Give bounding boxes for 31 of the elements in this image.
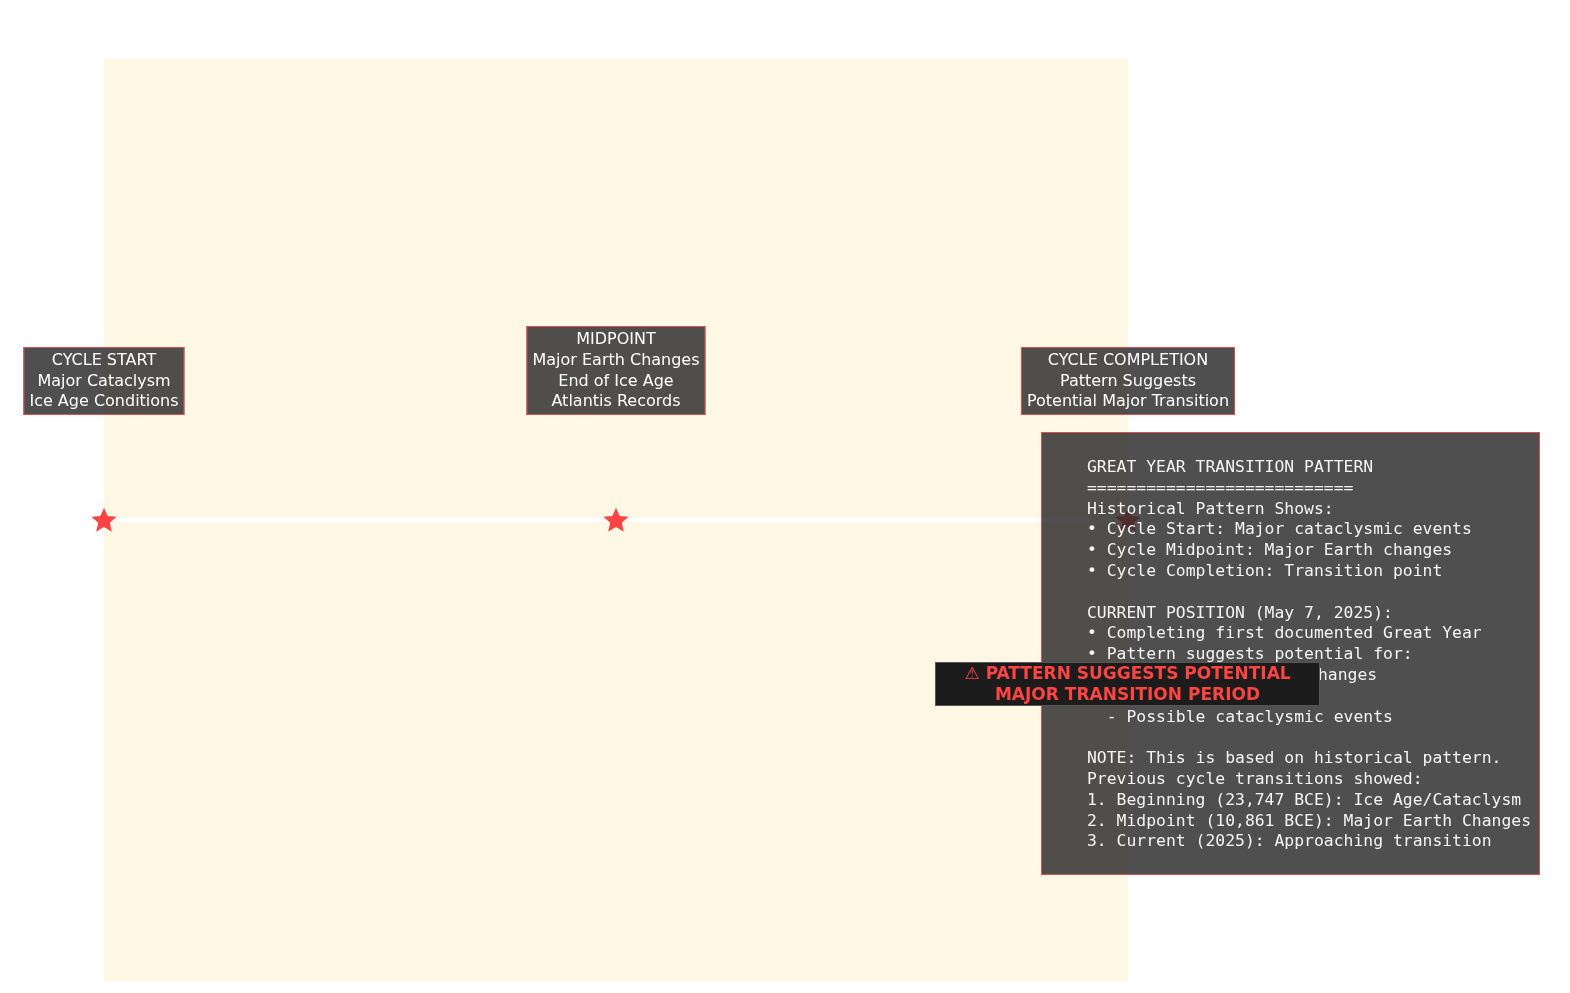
warning-text: PATTERN SUGGESTS POTENTIAL — [985, 663, 1291, 684]
label-text: MIDPOINT — [576, 329, 656, 350]
info-text: • Completing first documented Great Year — [1087, 623, 1482, 645]
info-text: Historical Pattern Shows: — [1087, 498, 1334, 520]
star-icon — [602, 506, 630, 534]
info-text: 3. Current (2025): Approaching transition — [1087, 831, 1492, 853]
warning-text: MAJOR TRANSITION PERIOD — [994, 684, 1261, 705]
label-text: Major Earth Changes — [532, 349, 700, 371]
info-text: =========================== — [1087, 477, 1354, 499]
info-text: 2. Midpoint (10,861 BCE): Major Earth Changes — [1087, 810, 1532, 832]
info-text: 1. Beginning (23,747 BCE): Ice Age/Cataclysm — [1087, 789, 1522, 811]
info-text: • Cycle Midpoint: Major Earth changes — [1087, 540, 1453, 561]
label-text: Atlantis Records — [551, 391, 681, 412]
info-text: • Cycle Start: Major cataclysmic events — [1087, 519, 1472, 541]
label-text: Pattern Suggests — [1059, 370, 1196, 392]
info-text: CURRENT POSITION (May 7, 2025): — [1087, 602, 1393, 624]
info-text: • Pattern suggests potential for: — [1087, 644, 1413, 665]
info-text: • Cycle Completion: Transition point — [1087, 561, 1443, 582]
info-text: - Possible cataclysmic events — [1105, 706, 1393, 728]
label-text: CYCLE COMPLETION — [1047, 349, 1209, 371]
info-text: GREAT YEAR TRANSITION PATTERN — [1087, 457, 1374, 478]
info-text: Previous cycle transitions showed: — [1087, 768, 1423, 790]
label-text: End of Ice Age — [558, 370, 674, 392]
label-text: Potential Major Transition — [1026, 391, 1230, 412]
info-text: hanges — [1317, 664, 1378, 686]
label-text: Ice Age Conditions — [29, 391, 179, 412]
label-text: Major Cataclysm — [37, 370, 171, 392]
star-icon — [90, 506, 118, 534]
info-text: NOTE: This is based on historical pattern. — [1087, 748, 1502, 769]
warning-icon: ⚠ — [964, 663, 980, 684]
label-text: CYCLE START — [51, 349, 157, 371]
